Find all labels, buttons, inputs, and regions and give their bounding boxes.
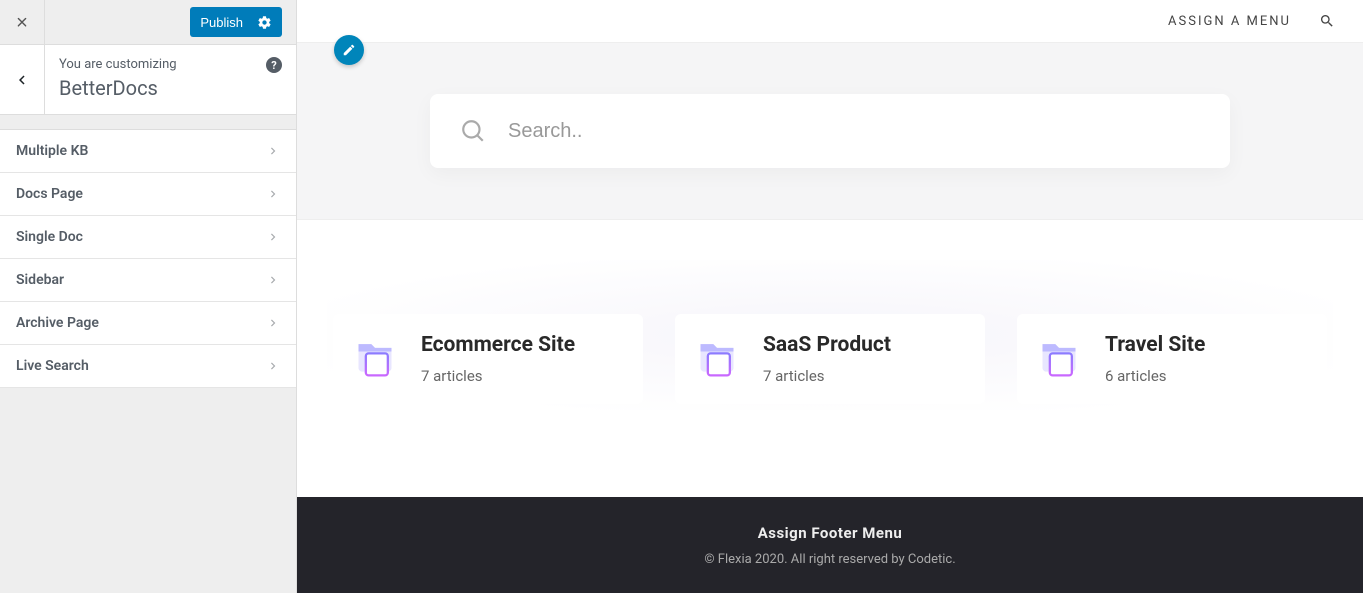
close-customizer-button[interactable]	[0, 0, 45, 44]
menu-item-label: Sidebar	[16, 272, 64, 288]
card-title: SaaS Product	[763, 333, 891, 357]
copyright-text: © Flexia 2020. All right reserved by Cod…	[704, 552, 955, 567]
menu-item-docs-page[interactable]: Docs Page	[0, 173, 296, 216]
doc-category-card[interactable]: Travel Site 6 articles	[1017, 314, 1327, 404]
customizer-sidebar: Publish You are customizing BetterDocs ?…	[0, 0, 297, 593]
chevron-right-icon	[266, 230, 280, 244]
card-title: Ecommerce Site	[421, 333, 575, 357]
folder-doc-icon	[353, 335, 397, 383]
pencil-icon	[342, 43, 356, 57]
section-title: BetterDocs	[59, 76, 282, 100]
card-subtitle: 6 articles	[1105, 367, 1205, 385]
back-button[interactable]	[0, 45, 45, 114]
card-title: Travel Site	[1105, 333, 1205, 357]
customizing-label: You are customizing	[59, 57, 282, 72]
preview-pane: ASSIGN A MENU Ecommerce Site7 articlesSa…	[297, 0, 1363, 593]
menu-item-archive-page[interactable]: Archive Page	[0, 302, 296, 345]
docs-search-input[interactable]	[508, 120, 1200, 143]
site-footer: Assign Footer Menu © Flexia 2020. All ri…	[297, 497, 1363, 593]
help-button[interactable]: ?	[266, 57, 282, 73]
menu-item-label: Multiple KB	[16, 143, 88, 159]
folder-doc-icon	[1037, 335, 1081, 383]
nav-search-button[interactable]	[1319, 13, 1335, 29]
menu-item-sidebar[interactable]: Sidebar	[0, 259, 296, 302]
menu-item-label: Single Doc	[16, 229, 83, 245]
card-subtitle: 7 articles	[421, 367, 575, 385]
footer-menu-link[interactable]: Assign Footer Menu	[758, 524, 903, 542]
doc-category-card[interactable]: SaaS Product 7 articles	[675, 314, 985, 404]
chevron-right-icon	[266, 144, 280, 158]
menu-item-live-search[interactable]: Live Search	[0, 345, 296, 388]
menu-item-label: Live Search	[16, 358, 89, 374]
menu-item-label: Archive Page	[16, 315, 99, 331]
gear-icon	[257, 15, 272, 30]
folder-doc-icon	[695, 335, 739, 383]
card-subtitle: 7 articles	[763, 367, 891, 385]
menu-item-single-doc[interactable]: Single Doc	[0, 216, 296, 259]
publish-button[interactable]: Publish	[190, 7, 282, 37]
chevron-left-icon	[13, 71, 31, 89]
chevron-right-icon	[266, 273, 280, 287]
chevron-right-icon	[266, 316, 280, 330]
search-icon	[460, 118, 486, 144]
menu-item-multiple-kb[interactable]: Multiple KB	[0, 130, 296, 173]
docs-search-box	[430, 94, 1230, 168]
chevron-right-icon	[266, 187, 280, 201]
chevron-right-icon	[266, 359, 280, 373]
menu-item-label: Docs Page	[16, 186, 83, 202]
assign-menu-link[interactable]: ASSIGN A MENU	[1168, 14, 1291, 29]
search-icon	[1319, 13, 1335, 29]
doc-category-card[interactable]: Ecommerce Site 7 articles	[333, 314, 643, 404]
publish-label: Publish	[200, 15, 243, 30]
close-icon	[15, 15, 29, 29]
edit-shortcut-button[interactable]	[334, 35, 364, 65]
